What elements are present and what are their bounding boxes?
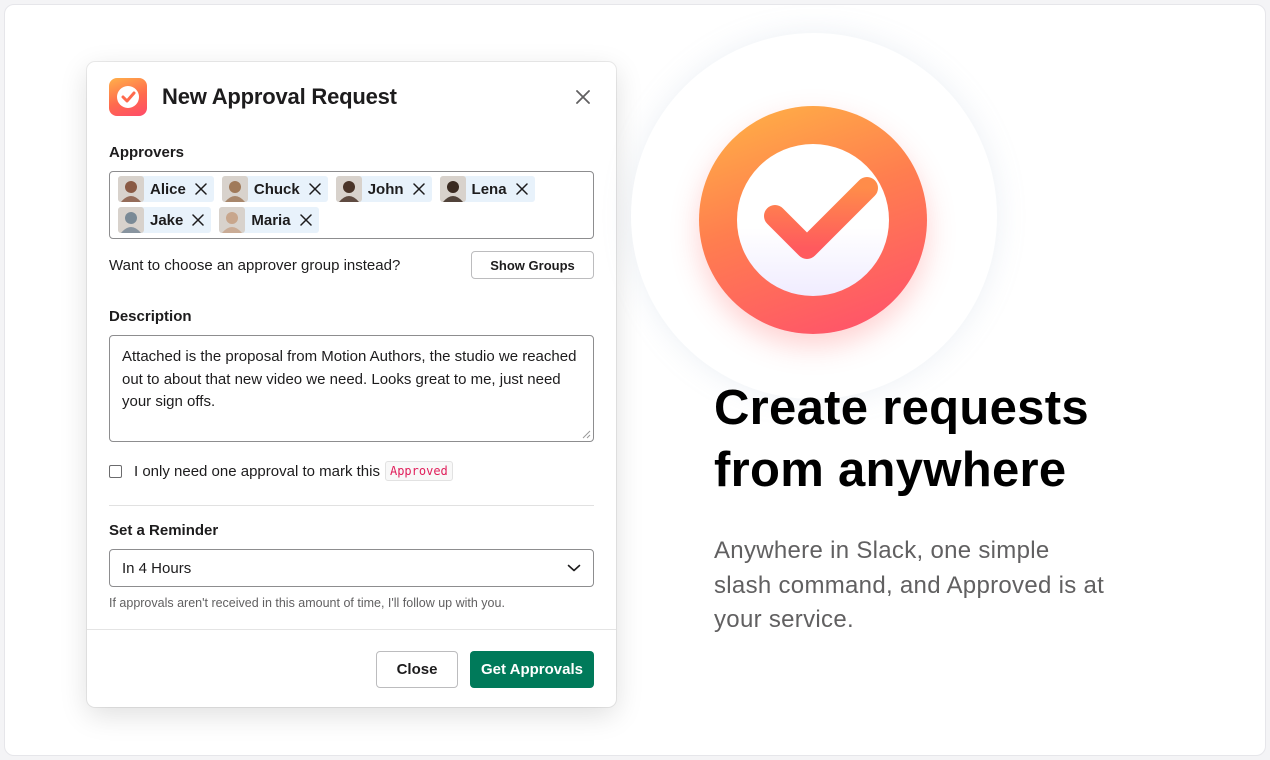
approved-status-badge: Approved xyxy=(384,461,453,481)
approver-group-prompt: Want to choose an approver group instead… xyxy=(109,256,401,274)
promo-headline-line-2: from anywhere xyxy=(714,443,1067,497)
approver-name: Alice xyxy=(150,180,186,198)
approvers-label: Approvers xyxy=(109,144,185,161)
remove-approver-icon[interactable] xyxy=(297,211,315,229)
footer-divider xyxy=(87,629,616,630)
resize-handle-icon[interactable] xyxy=(581,429,591,439)
remove-approver-icon[interactable] xyxy=(306,180,324,198)
approved-logo xyxy=(699,106,927,334)
close-icon[interactable] xyxy=(570,84,596,110)
section-divider xyxy=(109,505,594,506)
single-approval-checkbox[interactable] xyxy=(109,464,122,478)
description-textarea[interactable]: Attached is the proposal from Motion Aut… xyxy=(109,335,594,442)
reminder-hint: If approvals aren't received in this amo… xyxy=(109,596,505,610)
promo-subtext-line-2: slash command, and Approved is at xyxy=(714,571,1105,599)
chevron-down-icon xyxy=(567,564,581,572)
approver-chip[interactable]: Maria xyxy=(219,207,319,233)
approver-name: Jake xyxy=(150,211,184,229)
modal-title: New Approval Request xyxy=(162,84,397,109)
approver-name: Maria xyxy=(251,211,291,229)
avatar xyxy=(219,207,246,233)
get-approvals-button[interactable]: Get Approvals xyxy=(470,651,594,688)
approved-check-icon xyxy=(109,78,147,116)
promo-headline-line-1: Create requests xyxy=(714,381,1089,435)
approver-name: Lena xyxy=(471,180,507,198)
avatar xyxy=(221,176,248,202)
promo-subtext-line-1: Anywhere in Slack, one simple xyxy=(714,537,1050,564)
promo-headline: Create requests from anywhere xyxy=(714,377,1194,501)
approver-chip[interactable]: Chuck xyxy=(221,176,328,202)
avatar xyxy=(118,207,144,233)
modal-header: New Approval Request xyxy=(109,78,596,116)
approved-check-icon xyxy=(764,177,878,259)
approver-chip[interactable]: Jake xyxy=(118,207,212,233)
reminder-label: Set a Reminder xyxy=(109,522,219,539)
approvers-input[interactable]: Alice Chuck John Lena Jake Maria xyxy=(109,171,594,239)
remove-approver-icon[interactable] xyxy=(513,180,531,198)
approver-chip[interactable]: Alice xyxy=(118,176,214,202)
remove-approver-icon[interactable] xyxy=(189,211,207,229)
single-approval-text: I only need one approval to mark this xyxy=(134,462,380,480)
approver-chip[interactable]: Lena xyxy=(439,176,535,202)
approver-name: John xyxy=(367,180,404,198)
approver-chips: Alice Chuck John Lena Jake Maria xyxy=(118,176,585,233)
promo-subtext: Anywhere in Slack, one simple slash comm… xyxy=(714,534,1144,638)
avatar xyxy=(118,176,144,202)
screenshot-frame: New Approval Request Approvers Alice Chuc… xyxy=(4,4,1266,756)
reminder-selected-value: In 4 Hours xyxy=(122,559,192,577)
description-text: Attached is the proposal from Motion Aut… xyxy=(122,348,577,410)
avatar xyxy=(439,176,466,202)
avatar xyxy=(335,176,362,202)
close-button[interactable]: Close xyxy=(376,651,458,688)
promo-subtext-line-3: your service. xyxy=(714,606,854,633)
remove-approver-icon[interactable] xyxy=(410,180,428,198)
description-label: Description xyxy=(109,308,192,325)
approval-request-modal: New Approval Request Approvers Alice Chuc… xyxy=(87,62,616,707)
remove-approver-icon[interactable] xyxy=(192,180,210,198)
show-groups-button[interactable]: Show Groups xyxy=(471,251,594,279)
approver-chip[interactable]: John xyxy=(335,176,432,202)
reminder-select[interactable]: In 4 Hours xyxy=(109,549,594,587)
approver-group-row: Want to choose an approver group instead… xyxy=(109,251,594,279)
approver-name: Chuck xyxy=(253,180,300,198)
single-approval-row: I only need one approval to mark this Ap… xyxy=(109,461,453,481)
